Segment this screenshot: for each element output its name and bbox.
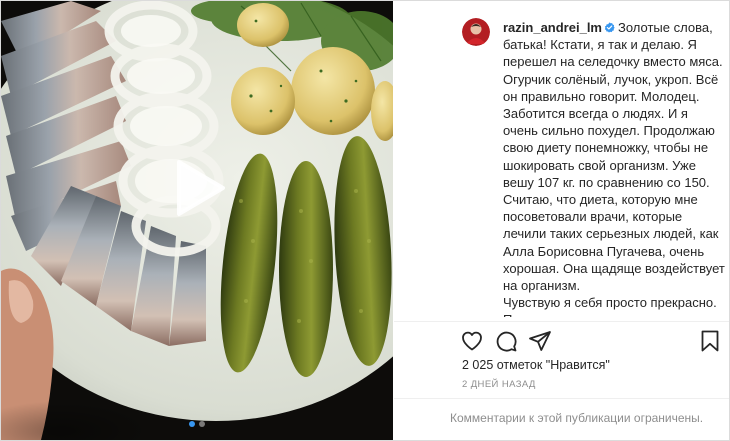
bookmark-icon xyxy=(701,330,719,352)
carousel-dot xyxy=(199,421,205,427)
carousel-indicator xyxy=(189,421,205,427)
caption-text: Золотые слова, батька! Кстати, я так и д… xyxy=(503,20,725,294)
paper-plane-icon xyxy=(529,331,551,351)
heart-icon xyxy=(462,331,482,351)
post-date[interactable]: 2 ДНЕЙ НАЗАД xyxy=(462,379,536,390)
comments-limited-notice: Комментарии к этой публикации ограничены… xyxy=(450,411,704,425)
save-button[interactable] xyxy=(698,329,722,353)
likes-count[interactable]: 2 025 отметок "Нравится" xyxy=(462,358,610,372)
play-icon xyxy=(177,160,225,216)
post-caption: razin_andrei_lm Золотые слова, батька! Кс… xyxy=(503,19,725,317)
play-button[interactable] xyxy=(173,158,229,218)
caption-paragraph-1: razin_andrei_lm Золотые слова, батька! Кс… xyxy=(503,19,725,294)
carousel-dot-active xyxy=(189,421,195,427)
post-media-video[interactable] xyxy=(1,1,393,440)
username-link[interactable]: razin_andrei_lm xyxy=(503,20,602,35)
caption-divider xyxy=(394,321,729,322)
like-button[interactable] xyxy=(460,329,484,353)
post-details-panel: razin_andrei_lm Золотые слова, батька! Кс… xyxy=(394,1,729,440)
share-button[interactable] xyxy=(528,329,552,353)
instagram-post-modal: razin_andrei_lm Золотые слова, батька! Кс… xyxy=(0,0,730,441)
comment-icon xyxy=(496,331,517,352)
post-actions xyxy=(452,329,722,353)
profile-picture-image xyxy=(462,18,490,46)
avatar[interactable] xyxy=(462,18,490,46)
video-frame-image xyxy=(1,1,393,440)
caption-paragraph-2: Чувствую я себя просто прекрасно. Поэтом… xyxy=(503,295,717,317)
comments-divider xyxy=(394,398,729,399)
comment-button[interactable] xyxy=(494,329,518,353)
verified-badge-icon xyxy=(604,22,615,33)
